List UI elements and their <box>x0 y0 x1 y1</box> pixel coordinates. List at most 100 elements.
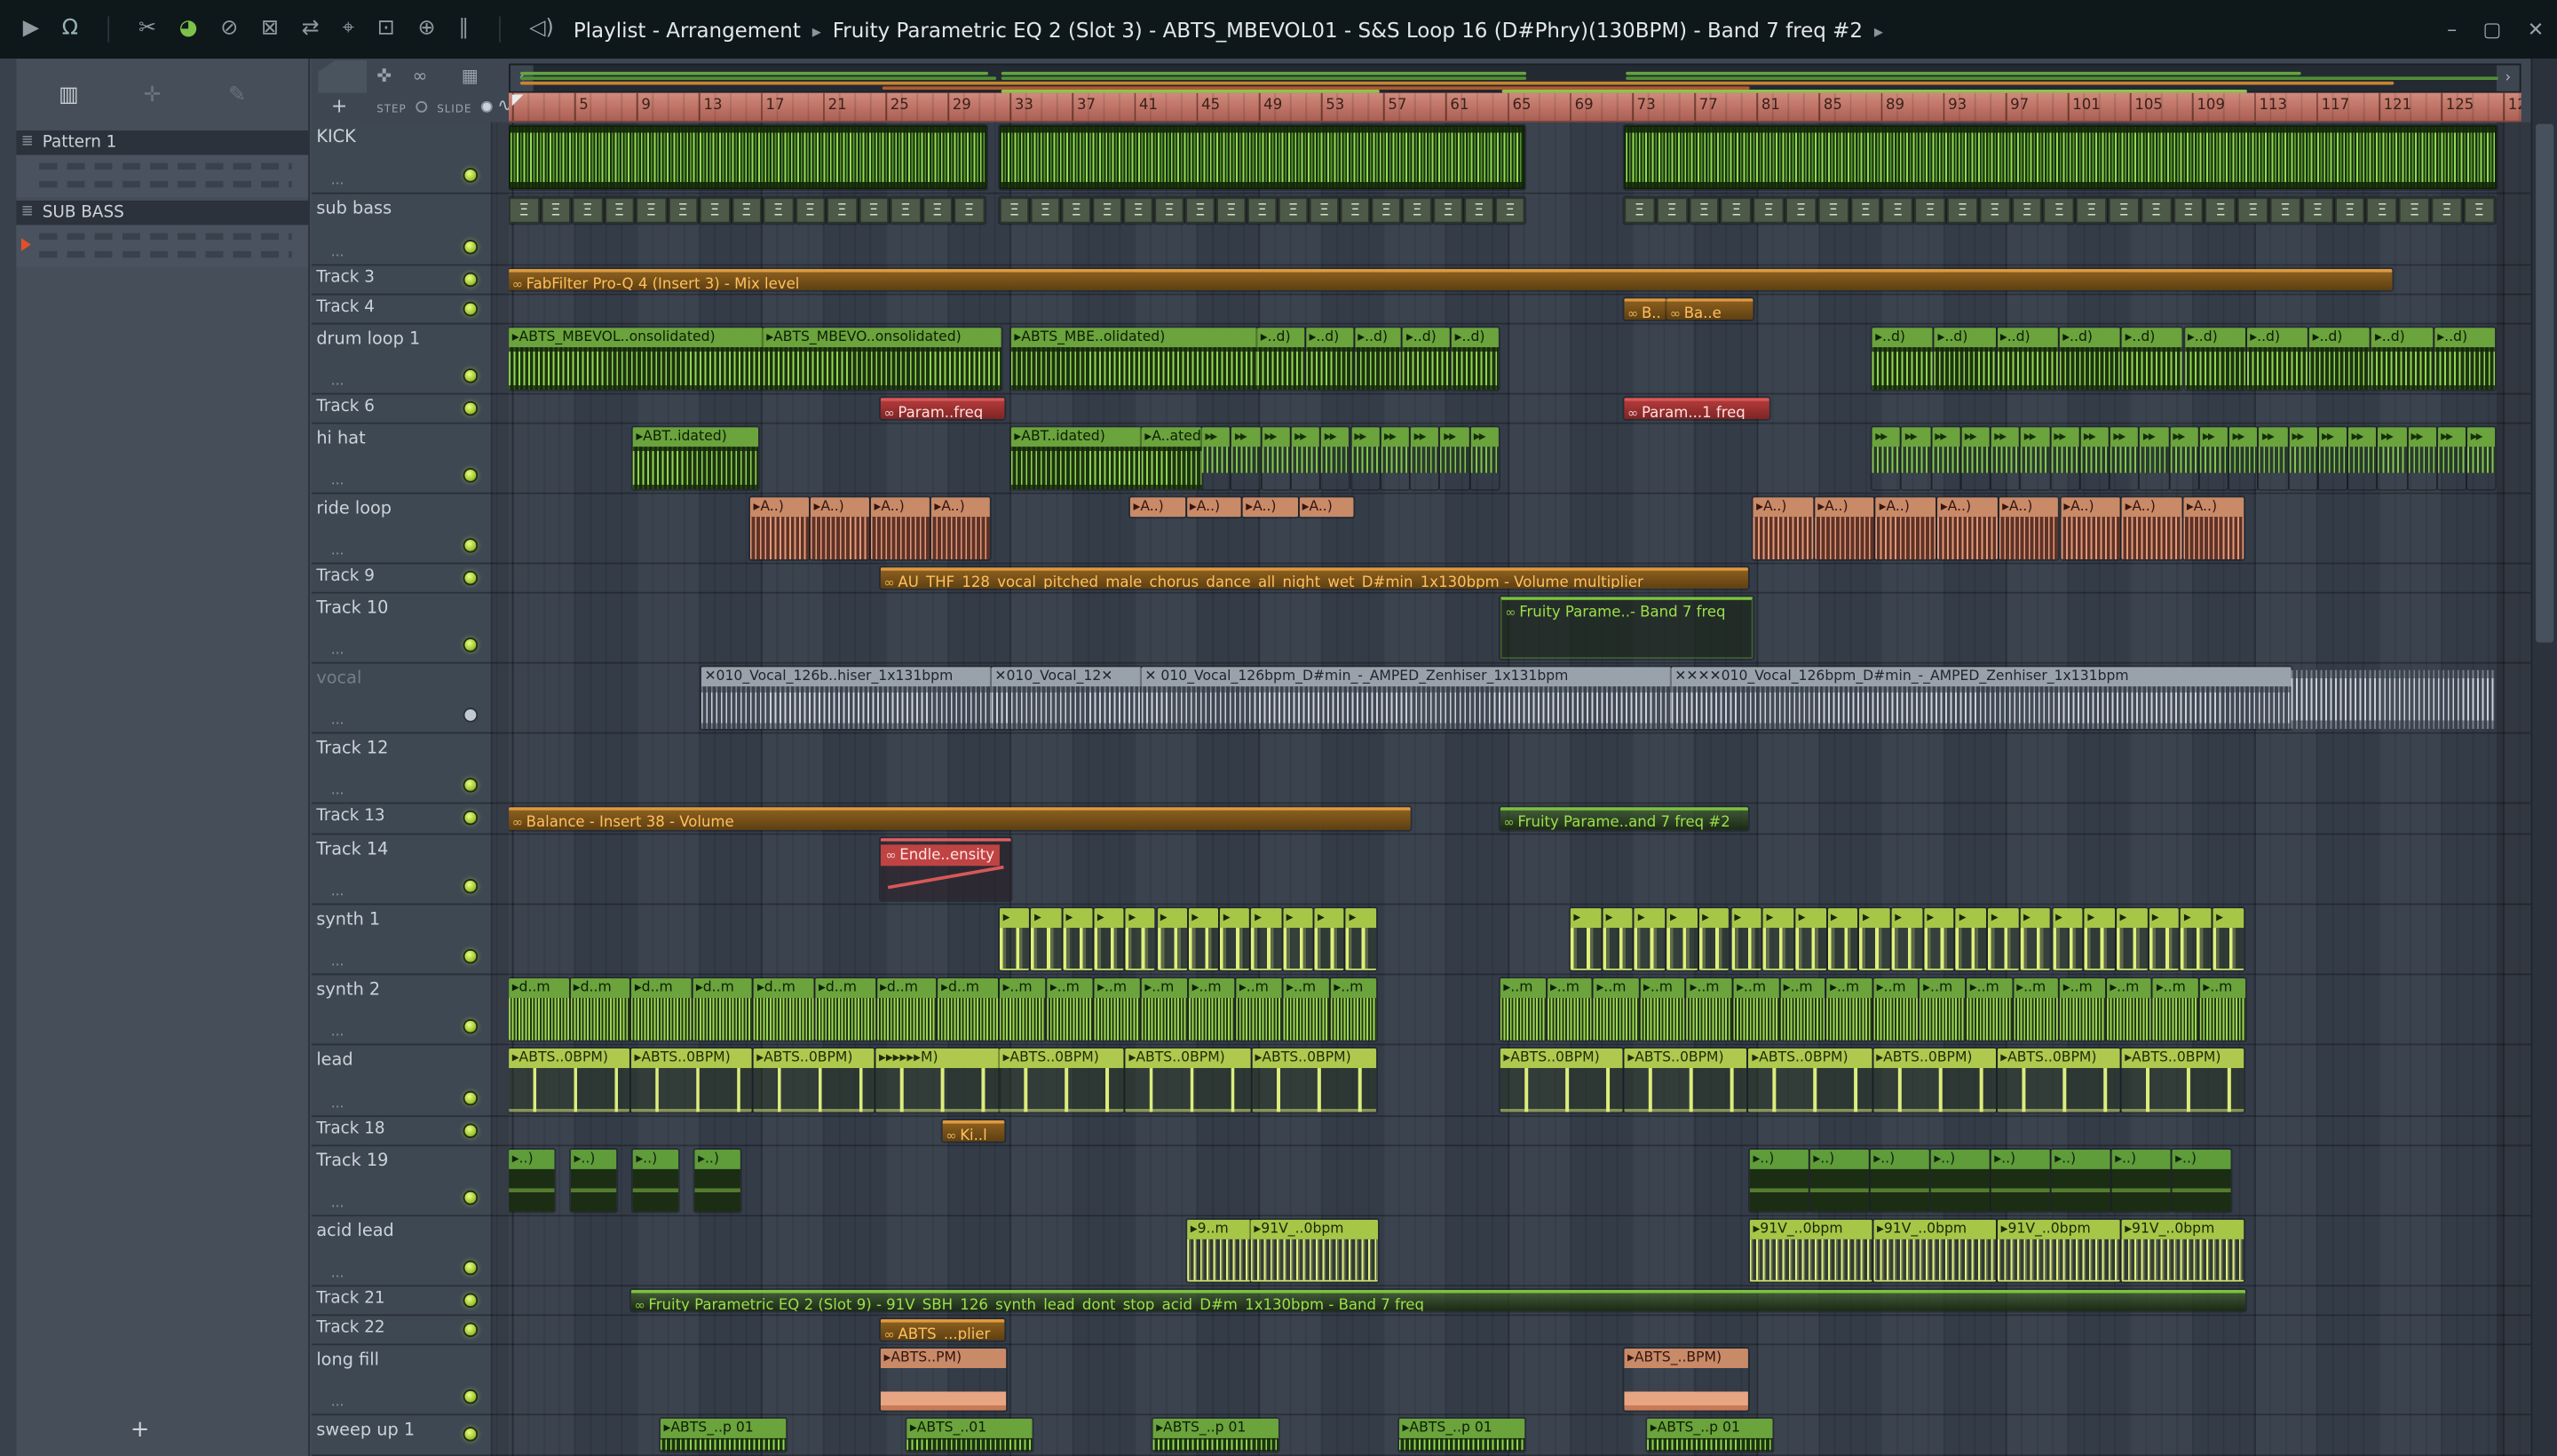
pattern-clip[interactable]: Ξ <box>1656 197 1688 224</box>
audio-clip[interactable]: ▸A..) <box>2183 497 2244 559</box>
clip-header[interactable]: ▸▸ <box>2318 427 2347 447</box>
clip-header[interactable]: ▸▸ <box>1350 427 1380 447</box>
audio-clip[interactable]: ▸ <box>1635 908 1666 970</box>
track-mute-led[interactable] <box>463 1293 479 1309</box>
pattern-clip[interactable]: Ξ <box>2173 197 2205 224</box>
audio-clip[interactable]: ▸..m <box>2060 978 2105 1041</box>
clip-header[interactable]: ▸▸ <box>1440 427 1469 447</box>
audio-clip[interactable]: ▸ <box>2213 908 2244 970</box>
audio-clip[interactable]: ▸▸ <box>2080 427 2109 489</box>
audio-clip[interactable]: ▸..d) <box>2059 328 2121 390</box>
audio-clip[interactable]: ▸▸ <box>2228 427 2258 489</box>
audio-clip[interactable]: ▸ABTS..0BPM) <box>1872 1048 1996 1112</box>
clip-header[interactable]: ▸9..m <box>1187 1219 1251 1239</box>
close-button[interactable]: ✕ <box>2528 0 2544 59</box>
clip-header[interactable]: ▸▸ <box>2199 427 2228 447</box>
clip-header[interactable]: ▸ABTS_..BPM) <box>1624 1348 1748 1368</box>
automation-clip[interactable]: ∞ Fruity Parame..and 7 freq #2 <box>1500 807 1748 830</box>
pattern-clip[interactable]: Ξ <box>2205 197 2236 224</box>
track-mute-led[interactable] <box>463 239 479 255</box>
clip-header[interactable]: ▸▸ <box>2169 427 2198 447</box>
clip-header[interactable]: ▸ABTS_MBEVOL..onsolidated) <box>509 328 764 348</box>
clip-header[interactable]: ▸..) <box>1809 1149 1869 1169</box>
audio-clip[interactable]: ▸ABTS_..01 <box>906 1418 1033 1452</box>
clip-header[interactable]: ▸ <box>1314 908 1344 929</box>
clip-header[interactable]: ▸..) <box>2172 1149 2231 1169</box>
audio-clip[interactable]: ▸ABTS..0BPM) <box>1624 1048 1747 1112</box>
audio-clip[interactable]: ▸d..m <box>938 978 998 1041</box>
audio-clip[interactable]: ▸▸ <box>1961 427 1990 489</box>
audio-clip[interactable]: ▸ <box>1345 908 1376 970</box>
clip-header[interactable]: ▸..) <box>2051 1149 2110 1169</box>
pattern-clip[interactable]: Ξ <box>1464 197 1494 224</box>
audio-clip[interactable]: ▸..m <box>1094 978 1140 1041</box>
audio-clip[interactable]: ▸..d) <box>2308 328 2371 390</box>
clip-header[interactable]: ▸..d) <box>1305 328 1353 348</box>
audio-clip[interactable] <box>509 125 987 190</box>
clip-header[interactable]: ▸..) <box>570 1149 617 1169</box>
clip-header[interactable]: ▸..) <box>694 1149 740 1169</box>
track-header-track-12[interactable]: Track 12 ⋯ <box>311 734 493 804</box>
pattern-clip[interactable]: Ξ <box>1247 197 1278 224</box>
audio-clip[interactable]: ✕✕✕✕010_Vocal_126bpm_D#min_-_AMPED_Zenhi… <box>1671 667 2292 730</box>
audio-clip[interactable]: ▸..d) <box>1257 328 1304 390</box>
pattern-clip[interactable]: Ξ <box>1123 197 1153 224</box>
clip-header[interactable]: ▸ABTS..0BPM) <box>1872 1048 1996 1069</box>
clip-header[interactable]: ▸▸ <box>1201 427 1231 447</box>
track-header-long-fill[interactable]: long fill ⋯ <box>311 1345 493 1416</box>
track-header-hi-hat[interactable]: hi hat ⋯ <box>311 424 493 495</box>
clip-header[interactable]: ▸ <box>1635 908 1666 929</box>
audio-clip[interactable]: ▸..d) <box>1354 328 1402 390</box>
audio-clip[interactable]: ▸▸ <box>1440 427 1469 489</box>
audio-clip[interactable]: ▸ <box>1955 908 1987 970</box>
audio-clip[interactable]: ▸ABTS..0BPM) <box>1748 1048 1872 1112</box>
audio-clip[interactable] <box>999 125 1525 190</box>
audio-clip[interactable]: ▸▸ <box>2050 427 2079 489</box>
clip-header[interactable]: ▸ABTS_..01 <box>906 1418 1033 1438</box>
track-header-track-3[interactable]: Track 3 <box>311 265 493 296</box>
clip-header[interactable]: ▸▸ <box>2288 427 2317 447</box>
clip-header[interactable]: ▸ <box>1795 908 1826 929</box>
audio-clip[interactable]: ▸..) <box>1991 1149 2050 1212</box>
track-options-dots[interactable]: ⋯ <box>331 376 346 392</box>
pattern-clip[interactable]: Ξ <box>572 197 603 224</box>
pattern-clip[interactable]: Ξ <box>1882 197 1913 224</box>
clip-header[interactable]: ▸ <box>1859 908 1890 929</box>
clip-header[interactable]: ▸..m <box>1640 978 1686 999</box>
clip-header[interactable]: ▸▸ <box>2407 427 2436 447</box>
clip-header[interactable]: ▸ABTS..0BPM) <box>509 1048 629 1069</box>
audio-clip[interactable]: ✕010_Vocal_126b..hiser_1x131bpm <box>701 667 992 730</box>
audio-clip[interactable]: ▸91V_..0bpm <box>1749 1219 1872 1282</box>
pattern-clip[interactable]: Ξ <box>636 197 667 224</box>
audio-clip[interactable]: ▸..m <box>1733 978 1779 1041</box>
automation-clip[interactable]: ∞ Param...1 freq <box>1624 398 1769 420</box>
clip-header[interactable]: ▸..m <box>2106 978 2152 999</box>
clip-header[interactable]: ▸A..) <box>2121 497 2182 518</box>
pattern-clip[interactable]: Ξ <box>731 197 762 224</box>
audio-clip[interactable]: ▸ <box>2084 908 2115 970</box>
track-header-track-10[interactable]: Track 10 ⋯ <box>311 594 493 664</box>
picker-sort-icon[interactable]: ✛ <box>144 83 162 108</box>
track-mute-led[interactable] <box>463 538 479 553</box>
automation-clip[interactable]: ∞ Ba..e <box>1666 298 1753 320</box>
audio-clip[interactable]: ▸ <box>1827 908 1858 970</box>
pattern-clip[interactable]: Ξ <box>699 197 730 224</box>
audio-clip[interactable]: ▸A..) <box>1298 497 1354 518</box>
clip-header[interactable]: ▸▸ <box>1872 427 1901 447</box>
audio-clip[interactable]: ▸..) <box>1809 1149 1869 1212</box>
audio-clip[interactable]: ▸ABTS_MBE..olidated) <box>1010 328 1258 390</box>
clip-header[interactable]: ▸A..) <box>930 497 990 518</box>
track-options-dots[interactable]: ⋯ <box>331 176 346 191</box>
clip-header[interactable]: ▸ABTS_MBE..olidated) <box>1010 328 1258 348</box>
pattern-clip[interactable]: Ξ <box>2237 197 2268 224</box>
paint-tool-icon[interactable]: ◕ <box>179 0 198 59</box>
clip-header[interactable]: ▸..m <box>1047 978 1093 999</box>
track-mute-led[interactable] <box>463 272 479 288</box>
audio-clip[interactable]: ▸A..) <box>1814 497 1875 559</box>
slide-toggle[interactable] <box>480 100 493 113</box>
track-options-dots[interactable]: ⋯ <box>331 1199 346 1214</box>
track-options-dots[interactable]: ⋯ <box>331 645 346 661</box>
mute-speaker-icon[interactable]: ⊠ <box>261 0 279 59</box>
meter-icon[interactable]: ∥ <box>458 0 469 59</box>
audio-clip[interactable]: ▸..) <box>509 1149 555 1212</box>
